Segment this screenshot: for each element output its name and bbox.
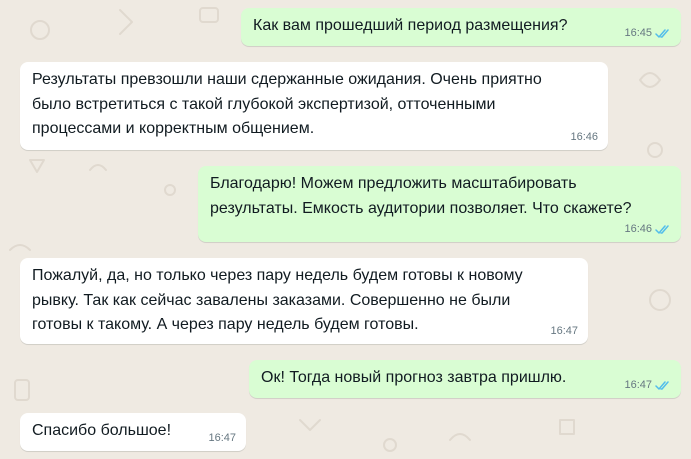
message-text: Пожалуй, да, но только через пару недель…: [32, 267, 523, 333]
message-outgoing[interactable]: Как вам прошедший период размещения? 16:…: [241, 8, 681, 46]
message-meta: 16:46: [570, 130, 598, 144]
message-time: 16:45: [624, 27, 652, 39]
message-meta: 16:45: [624, 26, 671, 40]
double-check-icon: [655, 28, 671, 39]
message-meta: 16:47: [208, 431, 236, 445]
message-outgoing[interactable]: Ок! Тогда новый прогноз завтра пришлю. 1…: [249, 360, 681, 398]
message-meta: 16:47: [624, 378, 671, 392]
message-time: 16:47: [550, 325, 578, 337]
message-text: Ок! Тогда новый прогноз завтра пришлю.: [261, 369, 567, 386]
message-incoming[interactable]: Спасибо большое! 16:47: [20, 413, 246, 451]
chat-message-list: Как вам прошедший период размещения? 16:…: [0, 0, 691, 459]
message-incoming[interactable]: Пожалуй, да, но только через пару недель…: [20, 258, 588, 344]
double-check-icon: [655, 380, 671, 391]
message-text: Спасибо большое!: [32, 422, 172, 439]
message-outgoing[interactable]: Благодарю! Можем предложить масштабирова…: [198, 166, 681, 242]
message-meta: 16:47: [550, 324, 578, 338]
message-meta: 16:46: [624, 222, 671, 236]
message-time: 16:46: [570, 131, 598, 143]
message-text: Благодарю! Можем предложить масштабирова…: [210, 175, 632, 217]
message-time: 16:47: [624, 379, 652, 391]
message-incoming[interactable]: Результаты превзошли наши сдержанные ожи…: [20, 62, 608, 150]
double-check-icon: [655, 224, 671, 235]
message-text: Результаты превзошли наши сдержанные ожи…: [32, 71, 542, 137]
message-time: 16:47: [208, 432, 236, 444]
message-text: Как вам прошедший период размещения?: [253, 17, 568, 34]
message-time: 16:46: [624, 223, 652, 235]
